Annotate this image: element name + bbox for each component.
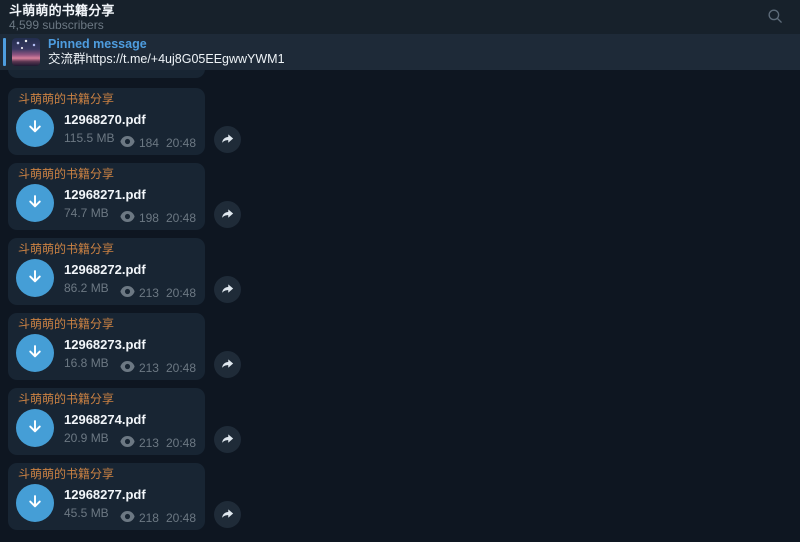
forward-arrow-icon — [220, 431, 235, 449]
file-name[interactable]: 12968270.pdf — [64, 112, 146, 128]
view-count: 184 — [139, 137, 159, 150]
pinned-text: 交流群https://t.me/+4uj8G05EEgwwYWM1 — [48, 52, 285, 67]
view-count: 213 — [139, 287, 159, 300]
message-meta: 218 20:48 — [120, 511, 196, 525]
pinned-thumbnail — [12, 38, 40, 66]
message-bubble: 斗萌萌的书籍分享 12968271.pdf 74.7 MB — [8, 163, 205, 230]
forward-button[interactable] — [214, 426, 241, 453]
view-count: 218 — [139, 512, 159, 525]
sender-name[interactable]: 斗萌萌的书籍分享 — [18, 92, 195, 107]
file-name[interactable]: 12968272.pdf — [64, 262, 146, 278]
channel-title: 斗萌萌的书籍分享 — [9, 3, 115, 18]
forward-button[interactable] — [214, 126, 241, 153]
forward-arrow-icon — [220, 206, 235, 224]
views-eye-icon — [120, 136, 139, 150]
download-arrow-icon — [24, 191, 46, 216]
pinned-label: Pinned message — [48, 37, 285, 52]
forward-button[interactable] — [214, 201, 241, 228]
download-arrow-icon — [24, 491, 46, 516]
forward-arrow-icon — [220, 131, 235, 149]
timestamp: 20:48 — [166, 137, 196, 150]
views-eye-icon — [120, 436, 139, 450]
sender-name[interactable]: 斗萌萌的书籍分享 — [18, 392, 195, 407]
message-bubble: 斗萌萌的书籍分享 12968272.pdf 86.2 MB — [8, 238, 205, 305]
message-meta: 184 20:48 — [120, 136, 196, 150]
pinned-accent-bar — [3, 38, 6, 66]
message-meta: 213 20:48 — [120, 436, 196, 450]
message-bubble: 斗萌萌的书籍分享 12968270.pdf 115.5 MB — [8, 88, 205, 155]
forward-arrow-icon — [220, 356, 235, 374]
download-button[interactable] — [16, 409, 54, 447]
chat-header[interactable]: 斗萌萌的书籍分享 4,599 subscribers — [0, 0, 800, 34]
download-arrow-icon — [24, 416, 46, 441]
message-list[interactable]: 170 20:48 斗萌萌的书籍分享 12968270.pdf — [8, 34, 241, 530]
search-button[interactable] — [765, 7, 785, 27]
timestamp: 20:48 — [166, 512, 196, 525]
file-name[interactable]: 12968273.pdf — [64, 337, 146, 353]
message-bubble: 斗萌萌的书籍分享 12968273.pdf 16.8 MB — [8, 313, 205, 380]
forward-arrow-icon — [220, 281, 235, 299]
sender-name[interactable]: 斗萌萌的书籍分享 — [18, 317, 195, 332]
timestamp: 20:48 — [166, 287, 196, 300]
download-button[interactable] — [16, 334, 54, 372]
message-meta: 213 20:48 — [120, 286, 196, 300]
chat-header-titles[interactable]: 斗萌萌的书籍分享 4,599 subscribers — [9, 3, 115, 32]
message-row: 斗萌萌的书籍分享 12968274.pdf 20.9 MB — [8, 388, 241, 455]
download-arrow-icon — [24, 266, 46, 291]
timestamp: 20:48 — [166, 362, 196, 375]
download-arrow-icon — [24, 341, 46, 366]
download-button[interactable] — [16, 109, 54, 147]
pinned-message-bar[interactable]: Pinned message 交流群https://t.me/+4uj8G05E… — [0, 34, 800, 70]
timestamp: 20:48 — [166, 212, 196, 225]
message-bubble: 斗萌萌的书籍分享 12968277.pdf 45.5 MB — [8, 463, 205, 530]
file-name[interactable]: 12968277.pdf — [64, 487, 146, 503]
subscriber-count: 4,599 subscribers — [9, 18, 115, 32]
search-icon — [766, 7, 784, 28]
message-row: 斗萌萌的书籍分享 12968277.pdf 45.5 MB — [8, 463, 241, 530]
views-eye-icon — [120, 211, 139, 225]
view-count: 213 — [139, 362, 159, 375]
message-row: 斗萌萌的书籍分享 12968273.pdf 16.8 MB — [8, 313, 241, 380]
message-bubble: 斗萌萌的书籍分享 12968274.pdf 20.9 MB — [8, 388, 205, 455]
views-eye-icon — [120, 361, 139, 375]
download-button[interactable] — [16, 484, 54, 522]
forward-button[interactable] — [214, 501, 241, 528]
file-name[interactable]: 12968274.pdf — [64, 412, 146, 428]
telegram-window: 斗萌萌的书籍分享 4,599 subscribers Pinned messag… — [0, 0, 800, 542]
forward-arrow-icon — [220, 506, 235, 524]
timestamp: 20:48 — [166, 437, 196, 450]
message-meta: 213 20:48 — [120, 361, 196, 375]
message-row: 斗萌萌的书籍分享 12968271.pdf 74.7 MB — [8, 163, 241, 230]
view-count: 198 — [139, 212, 159, 225]
forward-button[interactable] — [214, 351, 241, 378]
sender-name[interactable]: 斗萌萌的书籍分享 — [18, 167, 195, 182]
message-row: 斗萌萌的书籍分享 12968272.pdf 86.2 MB — [8, 238, 241, 305]
forward-button[interactable] — [214, 276, 241, 303]
download-button[interactable] — [16, 184, 54, 222]
sender-name[interactable]: 斗萌萌的书籍分享 — [18, 242, 195, 257]
download-button[interactable] — [16, 259, 54, 297]
message-row: 斗萌萌的书籍分享 12968270.pdf 115.5 MB — [8, 88, 241, 155]
sender-name[interactable]: 斗萌萌的书籍分享 — [18, 467, 195, 482]
views-eye-icon — [120, 511, 139, 525]
view-count: 213 — [139, 437, 159, 450]
file-name[interactable]: 12968271.pdf — [64, 187, 146, 203]
download-arrow-icon — [24, 116, 46, 141]
message-meta: 198 20:48 — [120, 211, 196, 225]
views-eye-icon — [120, 286, 139, 300]
